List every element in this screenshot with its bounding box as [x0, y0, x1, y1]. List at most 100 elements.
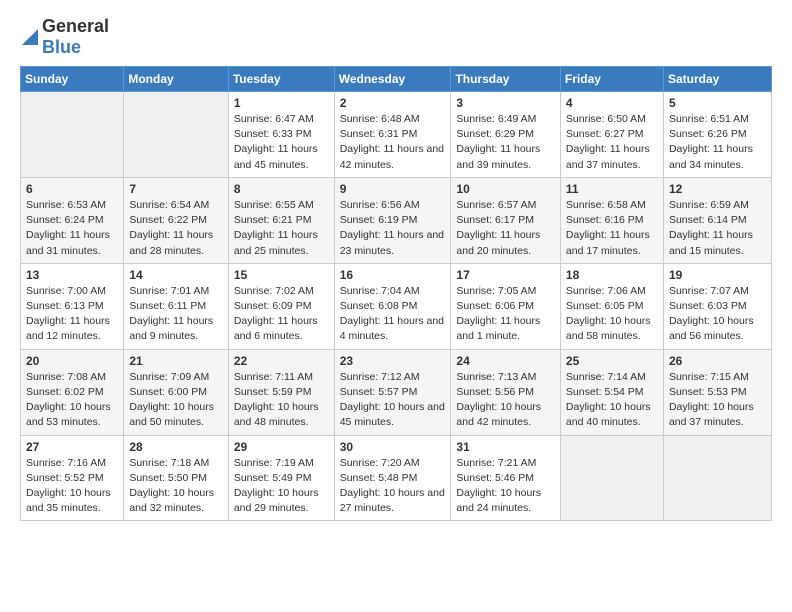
week-row-2: 6 Sunrise: 6:53 AMSunset: 6:24 PMDaylight…: [21, 177, 772, 263]
day-number: 12: [669, 182, 766, 196]
day-number: 16: [340, 268, 446, 282]
weekday-header-thursday: Thursday: [451, 67, 561, 92]
day-info: Sunrise: 7:06 AMSunset: 6:05 PMDaylight:…: [566, 284, 658, 345]
day-info: Sunrise: 6:56 AMSunset: 6:19 PMDaylight:…: [340, 198, 446, 259]
day-info: Sunrise: 7:08 AMSunset: 6:02 PMDaylight:…: [26, 370, 118, 431]
calendar-cell: 9 Sunrise: 6:56 AMSunset: 6:19 PMDaylight…: [334, 177, 451, 263]
calendar-cell: 16 Sunrise: 7:04 AMSunset: 6:08 PMDayligh…: [334, 263, 451, 349]
day-number: 13: [26, 268, 118, 282]
page-container: GeneralBlue SundayMondayTuesdayWednesday…: [0, 0, 792, 531]
calendar-cell: 10 Sunrise: 6:57 AMSunset: 6:17 PMDayligh…: [451, 177, 561, 263]
week-row-1: 1 Sunrise: 6:47 AMSunset: 6:33 PMDaylight…: [21, 92, 772, 178]
day-info: Sunrise: 7:16 AMSunset: 5:52 PMDaylight:…: [26, 456, 118, 517]
day-number: 28: [129, 440, 222, 454]
day-info: Sunrise: 7:13 AMSunset: 5:56 PMDaylight:…: [456, 370, 555, 431]
calendar-cell: 21 Sunrise: 7:09 AMSunset: 6:00 PMDayligh…: [124, 349, 228, 435]
calendar-cell: [663, 435, 771, 521]
weekday-header-monday: Monday: [124, 67, 228, 92]
logo-triangle-icon: [20, 27, 40, 47]
week-row-4: 20 Sunrise: 7:08 AMSunset: 6:02 PMDayligh…: [21, 349, 772, 435]
day-number: 23: [340, 354, 446, 368]
calendar-cell: [560, 435, 663, 521]
calendar-cell: 7Sunrise: 6:54 AMSunset: 6:22 PMDaylight…: [124, 177, 228, 263]
day-number: 4: [566, 96, 658, 110]
day-info: Sunrise: 7:01 AMSunset: 6:11 PMDaylight:…: [129, 284, 222, 345]
calendar-cell: 2 Sunrise: 6:48 AMSunset: 6:31 PMDaylight…: [334, 92, 451, 178]
calendar-cell: 20 Sunrise: 7:08 AMSunset: 6:02 PMDayligh…: [21, 349, 124, 435]
week-row-5: 27Sunrise: 7:16 AMSunset: 5:52 PMDayligh…: [21, 435, 772, 521]
calendar-cell: 6 Sunrise: 6:53 AMSunset: 6:24 PMDaylight…: [21, 177, 124, 263]
day-info: Sunrise: 6:48 AMSunset: 6:31 PMDaylight:…: [340, 112, 446, 173]
day-number: 24: [456, 354, 555, 368]
calendar-cell: 23 Sunrise: 7:12 AMSunset: 5:57 PMDayligh…: [334, 349, 451, 435]
day-info: Sunrise: 6:47 AMSunset: 6:33 PMDaylight:…: [234, 112, 329, 173]
calendar-cell: 29 Sunrise: 7:19 AMSunset: 5:49 PMDayligh…: [228, 435, 334, 521]
day-info: Sunrise: 7:07 AMSunset: 6:03 PMDaylight:…: [669, 284, 766, 345]
calendar-cell: 12Sunrise: 6:59 AMSunset: 6:14 PMDayligh…: [663, 177, 771, 263]
day-info: Sunrise: 7:12 AMSunset: 5:57 PMDaylight:…: [340, 370, 446, 431]
day-info: Sunrise: 6:50 AMSunset: 6:27 PMDaylight:…: [566, 112, 658, 173]
calendar-cell: 26 Sunrise: 7:15 AMSunset: 5:53 PMDayligh…: [663, 349, 771, 435]
day-number: 10: [456, 182, 555, 196]
day-info: Sunrise: 7:11 AMSunset: 5:59 PMDaylight:…: [234, 370, 329, 431]
day-info: Sunrise: 6:53 AMSunset: 6:24 PMDaylight:…: [26, 198, 118, 259]
day-info: Sunrise: 7:00 AMSunset: 6:13 PMDaylight:…: [26, 284, 118, 345]
calendar-cell: 11Sunrise: 6:58 AMSunset: 6:16 PMDayligh…: [560, 177, 663, 263]
day-number: 22: [234, 354, 329, 368]
calendar-cell: 30 Sunrise: 7:20 AMSunset: 5:48 PMDayligh…: [334, 435, 451, 521]
day-info: Sunrise: 7:14 AMSunset: 5:54 PMDaylight:…: [566, 370, 658, 431]
day-number: 25: [566, 354, 658, 368]
day-info: Sunrise: 6:57 AMSunset: 6:17 PMDaylight:…: [456, 198, 555, 259]
weekday-header-friday: Friday: [560, 67, 663, 92]
day-info: Sunrise: 7:15 AMSunset: 5:53 PMDaylight:…: [669, 370, 766, 431]
calendar-cell: 31 Sunrise: 7:21 AMSunset: 5:46 PMDayligh…: [451, 435, 561, 521]
calendar-cell: 5 Sunrise: 6:51 AMSunset: 6:26 PMDaylight…: [663, 92, 771, 178]
calendar-cell: 13 Sunrise: 7:00 AMSunset: 6:13 PMDayligh…: [21, 263, 124, 349]
calendar-cell: 19 Sunrise: 7:07 AMSunset: 6:03 PMDayligh…: [663, 263, 771, 349]
day-number: 26: [669, 354, 766, 368]
calendar-cell: 22 Sunrise: 7:11 AMSunset: 5:59 PMDayligh…: [228, 349, 334, 435]
day-number: 1: [234, 96, 329, 110]
day-info: Sunrise: 6:55 AMSunset: 6:21 PMDaylight:…: [234, 198, 329, 259]
day-number: 5: [669, 96, 766, 110]
day-number: 20: [26, 354, 118, 368]
calendar-cell: 14Sunrise: 7:01 AMSunset: 6:11 PMDayligh…: [124, 263, 228, 349]
day-number: 21: [129, 354, 222, 368]
day-info: Sunrise: 7:21 AMSunset: 5:46 PMDaylight:…: [456, 456, 555, 517]
day-info: Sunrise: 6:54 AMSunset: 6:22 PMDaylight:…: [129, 198, 222, 259]
day-number: 19: [669, 268, 766, 282]
day-info: Sunrise: 7:04 AMSunset: 6:08 PMDaylight:…: [340, 284, 446, 345]
day-info: Sunrise: 7:18 AMSunset: 5:50 PMDaylight:…: [129, 456, 222, 517]
day-number: 29: [234, 440, 329, 454]
header: GeneralBlue: [20, 16, 772, 58]
weekday-header-saturday: Saturday: [663, 67, 771, 92]
day-info: Sunrise: 6:51 AMSunset: 6:26 PMDaylight:…: [669, 112, 766, 173]
weekday-header-row: SundayMondayTuesdayWednesdayThursdayFrid…: [21, 67, 772, 92]
weekday-header-wednesday: Wednesday: [334, 67, 451, 92]
calendar-cell: 25 Sunrise: 7:14 AMSunset: 5:54 PMDayligh…: [560, 349, 663, 435]
calendar-cell: 3Sunrise: 6:49 AMSunset: 6:29 PMDaylight…: [451, 92, 561, 178]
day-number: 6: [26, 182, 118, 196]
calendar-cell: 18 Sunrise: 7:06 AMSunset: 6:05 PMDayligh…: [560, 263, 663, 349]
calendar-cell: 24 Sunrise: 7:13 AMSunset: 5:56 PMDayligh…: [451, 349, 561, 435]
calendar-cell: 17Sunrise: 7:05 AMSunset: 6:06 PMDayligh…: [451, 263, 561, 349]
day-info: Sunrise: 6:49 AMSunset: 6:29 PMDaylight:…: [456, 112, 555, 173]
day-number: 15: [234, 268, 329, 282]
day-info: Sunrise: 6:58 AMSunset: 6:16 PMDaylight:…: [566, 198, 658, 259]
weekday-header-tuesday: Tuesday: [228, 67, 334, 92]
day-info: Sunrise: 7:19 AMSunset: 5:49 PMDaylight:…: [234, 456, 329, 517]
day-number: 31: [456, 440, 555, 454]
day-number: 30: [340, 440, 446, 454]
calendar-cell: 27Sunrise: 7:16 AMSunset: 5:52 PMDayligh…: [21, 435, 124, 521]
week-row-3: 13 Sunrise: 7:00 AMSunset: 6:13 PMDayligh…: [21, 263, 772, 349]
day-number: 2: [340, 96, 446, 110]
day-info: Sunrise: 7:20 AMSunset: 5:48 PMDaylight:…: [340, 456, 446, 517]
day-info: Sunrise: 7:05 AMSunset: 6:06 PMDaylight:…: [456, 284, 555, 345]
day-number: 18: [566, 268, 658, 282]
logo: GeneralBlue: [20, 16, 109, 58]
day-info: Sunrise: 7:09 AMSunset: 6:00 PMDaylight:…: [129, 370, 222, 431]
day-number: 9: [340, 182, 446, 196]
calendar-cell: 8Sunrise: 6:55 AMSunset: 6:21 PMDaylight…: [228, 177, 334, 263]
calendar-cell: [21, 92, 124, 178]
calendar-cell: 28 Sunrise: 7:18 AMSunset: 5:50 PMDayligh…: [124, 435, 228, 521]
